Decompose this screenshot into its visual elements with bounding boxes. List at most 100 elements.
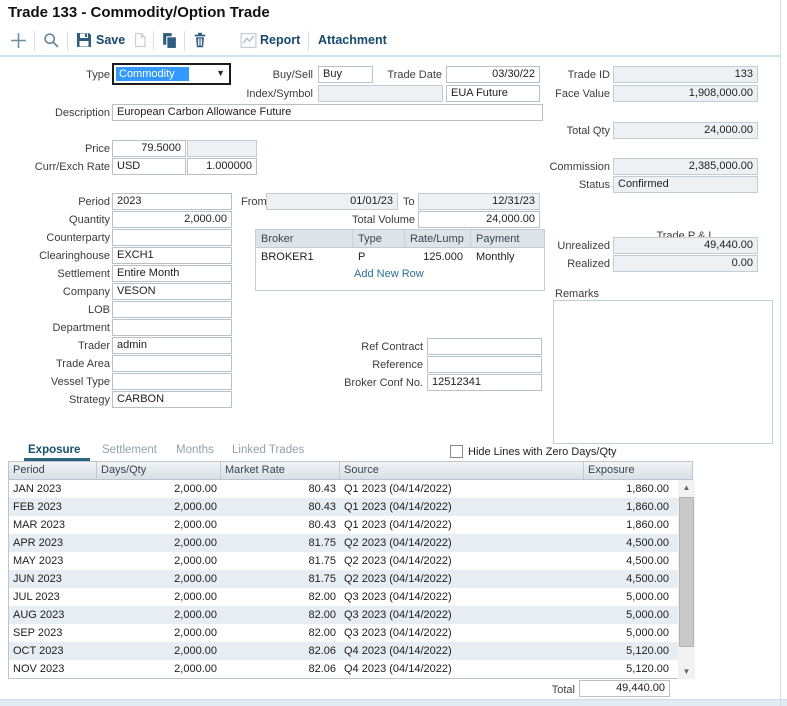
table-cell: 5,000.00 <box>584 606 677 624</box>
report-button-icon[interactable] <box>240 32 257 49</box>
save-button[interactable]: Save <box>96 33 125 47</box>
table-cell: OCT 2023 <box>9 642 97 660</box>
vessel-type-field[interactable] <box>112 373 232 390</box>
to-label: To <box>403 196 417 209</box>
lob-field[interactable] <box>112 301 232 318</box>
hide-zero-checkbox[interactable] <box>450 445 463 458</box>
type-select[interactable]: Commodity ▼ <box>112 63 231 85</box>
vessel-type-label: Vessel Type <box>28 376 110 389</box>
tab-linked-trades[interactable]: Linked Trades <box>232 444 304 456</box>
company-field[interactable]: VESON <box>112 283 232 300</box>
total-volume-field[interactable]: 24,000.00 <box>418 211 540 228</box>
remarks-textarea[interactable] <box>553 300 773 444</box>
trade-window: Trade 133 - Commodity/Option Trade Save … <box>0 0 787 706</box>
tab-exposure[interactable]: Exposure <box>28 444 80 456</box>
table-cell: 5,120.00 <box>584 660 677 678</box>
save-icon <box>76 32 92 48</box>
table-scrollbar[interactable]: ▲ ▼ <box>678 480 695 679</box>
broker-table-row[interactable]: BROKER1P125.000Monthly <box>256 248 544 266</box>
table-cell: 80.43 <box>221 516 340 534</box>
table-cell: 2,000.00 <box>97 606 221 624</box>
column-header[interactable]: Rate/Lump <box>405 230 471 247</box>
column-header[interactable]: Source <box>340 462 584 479</box>
attachment-button[interactable]: Attachment <box>318 33 387 47</box>
curr-exch-rate-label: Curr/Exch Rate <box>18 161 110 174</box>
table-row[interactable]: NOV 20232,000.0082.06Q4 2023 (04/14/2022… <box>9 660 692 678</box>
total-qty-label: Total Qty <box>538 125 610 138</box>
department-field[interactable] <box>112 319 232 336</box>
clearinghouse-label: Clearinghouse <box>14 250 110 263</box>
page-title: Trade 133 - Commodity/Option Trade <box>8 4 270 21</box>
period-field[interactable]: 2023 <box>112 193 232 210</box>
scrollbar-thumb[interactable] <box>679 497 694 647</box>
copy-button[interactable] <box>161 32 178 49</box>
table-cell: 2,000.00 <box>97 534 221 552</box>
search-button[interactable] <box>43 32 60 49</box>
tab-settlement[interactable]: Settlement <box>102 444 157 456</box>
add-button[interactable] <box>10 32 27 49</box>
exch-rate-field[interactable]: 1.000000 <box>187 158 257 175</box>
scroll-down-icon[interactable]: ▼ <box>678 664 695 679</box>
table-row[interactable]: AUG 20232,000.0082.00Q3 2023 (04/14/2022… <box>9 606 692 624</box>
status-label: Status <box>538 179 610 192</box>
delete-icon <box>192 32 208 48</box>
table-cell: 1,860.00 <box>584 516 677 534</box>
buy-sell-field[interactable]: Buy <box>318 66 373 83</box>
trade-area-field[interactable] <box>112 355 232 372</box>
trade-date-label: Trade Date <box>370 69 442 82</box>
table-cell: 5,120.00 <box>584 642 677 660</box>
commission-field: 2,385,000.00 <box>613 158 758 175</box>
save-button-icon[interactable] <box>76 32 93 49</box>
delete-button[interactable] <box>192 32 209 49</box>
settlement-field[interactable]: Entire Month <box>112 265 232 282</box>
quantity-field[interactable]: 2,000.00 <box>112 211 232 228</box>
description-label: Description <box>28 107 110 120</box>
tab-months[interactable]: Months <box>176 444 214 456</box>
copy-icon <box>161 32 178 49</box>
column-header[interactable]: Days/Qty <box>97 462 221 479</box>
exposure-total-label: Total <box>500 684 575 697</box>
table-cell: JUN 2023 <box>9 570 97 588</box>
column-header[interactable]: Period <box>9 462 97 479</box>
column-header[interactable]: Market Rate <box>221 462 340 479</box>
trade-date-field[interactable]: 03/30/22 <box>446 66 540 83</box>
table-cell: JUL 2023 <box>9 588 97 606</box>
from-field: 01/01/23 <box>266 193 398 210</box>
from-label: From <box>241 196 265 209</box>
column-header[interactable]: Broker <box>256 230 353 247</box>
column-header[interactable]: Type <box>353 230 405 247</box>
department-label: Department <box>24 322 110 335</box>
table-row[interactable]: MAR 20232,000.0080.43Q1 2023 (04/14/2022… <box>9 516 692 534</box>
broker-conf-no-field[interactable]: 12512341 <box>427 374 542 391</box>
table-row[interactable]: MAY 20232,000.0081.75Q2 2023 (04/14/2022… <box>9 552 692 570</box>
table-cell: 2,000.00 <box>97 642 221 660</box>
index-symbol-name-field[interactable]: EUA Future <box>446 85 540 102</box>
type-label: Type <box>30 69 110 82</box>
scroll-up-icon[interactable]: ▲ <box>678 480 695 495</box>
price-field[interactable]: 79.5000 <box>112 140 186 157</box>
strategy-field[interactable]: CARBON <box>112 391 232 408</box>
hide-zero-checkbox-label: Hide Lines with Zero Days/Qty <box>468 446 617 458</box>
reference-field[interactable] <box>427 356 542 373</box>
report-button[interactable]: Report <box>260 33 300 47</box>
new-document-button[interactable] <box>132 32 149 49</box>
ref-contract-field[interactable] <box>427 338 542 355</box>
clearinghouse-field[interactable]: EXCH1 <box>112 247 232 264</box>
table-row[interactable]: FEB 20232,000.0080.43Q1 2023 (04/14/2022… <box>9 498 692 516</box>
column-header[interactable]: Payment <box>471 230 544 247</box>
column-header[interactable]: Exposure <box>584 462 677 479</box>
table-row[interactable]: SEP 20232,000.0082.00Q3 2023 (04/14/2022… <box>9 624 692 642</box>
table-row[interactable]: JUL 20232,000.0082.00Q3 2023 (04/14/2022… <box>9 588 692 606</box>
add-new-row-link[interactable]: Add New Row <box>354 268 424 280</box>
index-symbol-label: Index/Symbol <box>240 88 313 101</box>
table-row[interactable]: APR 20232,000.0081.75Q2 2023 (04/14/2022… <box>9 534 692 552</box>
table-row[interactable]: JAN 20232,000.0080.43Q1 2023 (04/14/2022… <box>9 480 692 498</box>
table-row[interactable]: OCT 20232,000.0082.06Q4 2023 (04/14/2022… <box>9 642 692 660</box>
currency-field[interactable]: USD <box>112 158 186 175</box>
unrealized-field: 49,440.00 <box>613 237 758 254</box>
counterparty-field[interactable] <box>112 229 232 246</box>
description-field[interactable]: European Carbon Allowance Future <box>112 104 543 121</box>
trader-field[interactable]: admin <box>112 337 232 354</box>
table-row[interactable]: JUN 20232,000.0081.75Q2 2023 (04/14/2022… <box>9 570 692 588</box>
table-cell: 80.43 <box>221 480 340 498</box>
